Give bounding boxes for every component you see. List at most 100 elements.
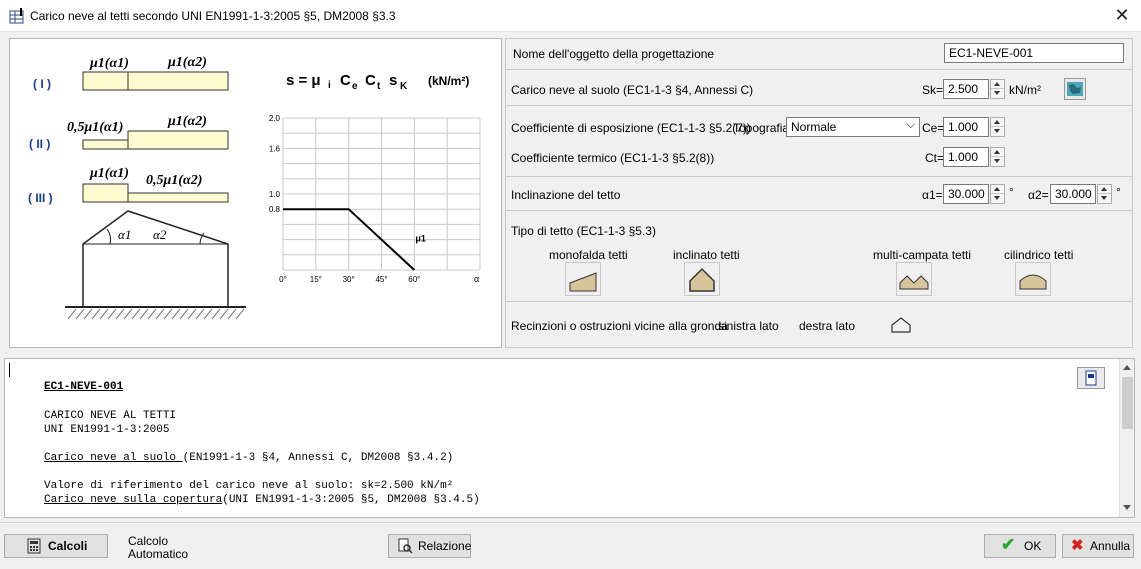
ce-spinner[interactable] bbox=[990, 117, 1005, 137]
sk-input[interactable]: 2.500 bbox=[943, 79, 989, 99]
formula-s: s = μ bbox=[286, 72, 321, 89]
pitched-roof-button[interactable] bbox=[684, 262, 720, 296]
pitched-roof-icon bbox=[689, 267, 715, 292]
title-bar: Carico neve al tetti secondo UNI EN1991-… bbox=[0, 0, 1141, 32]
case-III-mu1a1: μ1(α1) bbox=[89, 166, 129, 181]
formula-ct: C bbox=[365, 72, 376, 89]
mu1-series-label: μ1 bbox=[415, 233, 426, 243]
report-roof-snow-title: Carico neve sulla copertura bbox=[44, 494, 223, 506]
formula-units: (kN/m²) bbox=[428, 74, 469, 88]
case-III-half-mu1a2: 0,5μ1(α2) bbox=[146, 173, 202, 188]
case-I-mu1a2: μ1(α2) bbox=[167, 55, 207, 70]
checkmark-icon: ✔ bbox=[1001, 535, 1016, 554]
app-icon bbox=[9, 8, 24, 24]
x-tick-label: 30° bbox=[343, 275, 355, 284]
cancel-button-label: Annulla bbox=[1090, 539, 1131, 553]
report-ground-snow-line: Carico neve al suolo (EN1991-1-3 §4, Ann… bbox=[44, 452, 453, 464]
case-I-mu1a1: μ1(α1) bbox=[89, 56, 129, 71]
roof-type-pitched-label: inclinato tetti bbox=[673, 248, 740, 262]
thermal-label: Coefficiente termico (EC1-1-3 §5.2(8)) bbox=[511, 151, 715, 165]
cylindrical-roof-icon bbox=[1019, 274, 1047, 290]
x-tick-label: 15° bbox=[310, 275, 322, 284]
report-button[interactable]: Relazione bbox=[388, 534, 471, 558]
case-II-mu1a2: μ1(α2) bbox=[167, 114, 207, 129]
roof-type-mono-label: monofalda tetti bbox=[549, 248, 628, 262]
case-II-label: ( II ) bbox=[29, 137, 50, 151]
magnifier-document-icon bbox=[398, 538, 413, 554]
right-side-label: destra lato bbox=[799, 319, 856, 333]
ok-button[interactable]: ✔ OK bbox=[984, 534, 1056, 558]
snow-load-diagram: ( I ) ( II ) ( III ) μ1(α1) μ1(α2) 0,5μ1… bbox=[28, 55, 481, 320]
multispan-roof-button[interactable] bbox=[896, 262, 932, 296]
report-standard: UNI EN1991-1-3:2005 bbox=[44, 424, 170, 436]
ce-input[interactable]: 1.000 bbox=[943, 117, 989, 137]
report-scrollbar[interactable] bbox=[1119, 359, 1134, 517]
scroll-up-icon[interactable] bbox=[1123, 365, 1131, 370]
formula-ce: C bbox=[340, 72, 351, 89]
formula-sk-sub: K bbox=[400, 81, 408, 92]
sk-unit: kN/m² bbox=[1009, 83, 1041, 97]
sk-spinner[interactable] bbox=[990, 79, 1005, 99]
x-axis-label: α bbox=[474, 274, 479, 284]
x-tick-label: 60° bbox=[408, 275, 420, 284]
ground-snow-label: Carico neve al suolo (EC1-1-3 §4, Anness… bbox=[511, 83, 754, 97]
roof-type-label: Tipo di tetto (EC1-1-3 §5.3) bbox=[511, 224, 656, 238]
topografia-value: Normale bbox=[791, 120, 837, 134]
report-heading: CARICO NEVE AL TETTI bbox=[44, 410, 177, 422]
x-icon: ✖ bbox=[1071, 537, 1084, 554]
formula: s = μ i C e C t s K (kN/m²) bbox=[286, 72, 469, 92]
report-text-area[interactable]: EC1-NEVE-001 CARICO NEVE AL TETTI UNI EN… bbox=[4, 358, 1135, 518]
report-sk-value: Valore di riferimento del carico neve al… bbox=[44, 480, 454, 492]
case-III-label: ( III ) bbox=[28, 191, 53, 205]
export-button[interactable] bbox=[1077, 367, 1105, 389]
report-button-label: Relazione bbox=[418, 539, 472, 553]
alpha2-input[interactable]: 30.000 bbox=[1050, 184, 1096, 204]
report-roof-snow-ref: (UNI EN1991-1-3:2005 §5, DM2008 §3.4.5) bbox=[222, 494, 480, 506]
scroll-thumb[interactable] bbox=[1122, 377, 1133, 429]
obstructions-label: Recinzioni o ostruzioni vicine alla gron… bbox=[511, 319, 728, 333]
cylindrical-roof-button[interactable] bbox=[1015, 262, 1051, 296]
alpha1-input[interactable]: 30.000 bbox=[943, 184, 989, 204]
object-name-input[interactable]: EC1-NEVE-001 bbox=[944, 43, 1124, 63]
left-side-label: sinistra lato bbox=[718, 319, 779, 333]
report-object-name: EC1-NEVE-001 bbox=[44, 381, 124, 393]
calc-button[interactable]: Calcoli bbox=[4, 534, 108, 558]
report-ground-snow-title: Carico neve al suolo bbox=[44, 452, 183, 464]
alpha2-label: α2 bbox=[153, 227, 167, 242]
monopitch-roof-button[interactable] bbox=[565, 262, 601, 296]
y-tick-label: 0.8 bbox=[269, 205, 281, 214]
x-tick-label: 0° bbox=[279, 275, 287, 284]
scroll-down-icon[interactable] bbox=[1123, 505, 1131, 510]
map-icon[interactable] bbox=[1064, 78, 1086, 100]
formula-i: i bbox=[328, 80, 331, 91]
ok-button-label: OK bbox=[1024, 539, 1042, 553]
sk-label: Sk= bbox=[922, 83, 944, 97]
text-cursor bbox=[9, 363, 10, 377]
alpha1-spinner[interactable] bbox=[990, 184, 1005, 204]
roof-type-cylindrical-label: cilindrico tetti bbox=[1004, 248, 1074, 262]
diagram-panel: ( I ) ( II ) ( III ) μ1(α1) μ1(α2) 0,5μ1… bbox=[9, 38, 502, 348]
alpha2-spinner[interactable] bbox=[1097, 184, 1112, 204]
mu-alpha-chart: 2.0 1.6 1.0 0.8 0° 15° 30° 45° 60° α μ1 bbox=[269, 114, 481, 284]
formula-ct-sub: t bbox=[377, 81, 381, 92]
ct-spinner[interactable] bbox=[990, 147, 1005, 167]
topografia-select[interactable]: Normale ⌵ bbox=[786, 117, 920, 137]
alpha2-degree: ° bbox=[1116, 185, 1121, 199]
case-I-label: ( I ) bbox=[33, 77, 51, 91]
alpha1-degree: ° bbox=[1009, 185, 1014, 199]
close-icon[interactable]: ✕ bbox=[1106, 3, 1138, 29]
y-tick-label: 2.0 bbox=[269, 114, 281, 123]
ct-label: Ct= bbox=[925, 151, 945, 165]
report-ground-snow-ref: (EN1991-1-3 §4, Annessi C, DM2008 §3.4.2… bbox=[182, 452, 454, 464]
cancel-button[interactable]: ✖ Annulla bbox=[1062, 534, 1134, 558]
object-name-label: Nome dell'oggetto della progettazione bbox=[513, 47, 715, 61]
ct-input[interactable]: 1.000 bbox=[943, 147, 989, 167]
chevron-down-icon: ⌵ bbox=[906, 119, 915, 131]
window-title: Carico neve al tetti secondo UNI EN1991-… bbox=[30, 9, 396, 23]
calculator-icon bbox=[27, 538, 41, 554]
ce-label: Ce= bbox=[922, 121, 945, 135]
house-icon[interactable] bbox=[890, 316, 912, 334]
alpha1-label: α1 bbox=[118, 227, 131, 242]
y-tick-label: 1.6 bbox=[269, 144, 281, 153]
formula-sk: s bbox=[389, 72, 397, 89]
